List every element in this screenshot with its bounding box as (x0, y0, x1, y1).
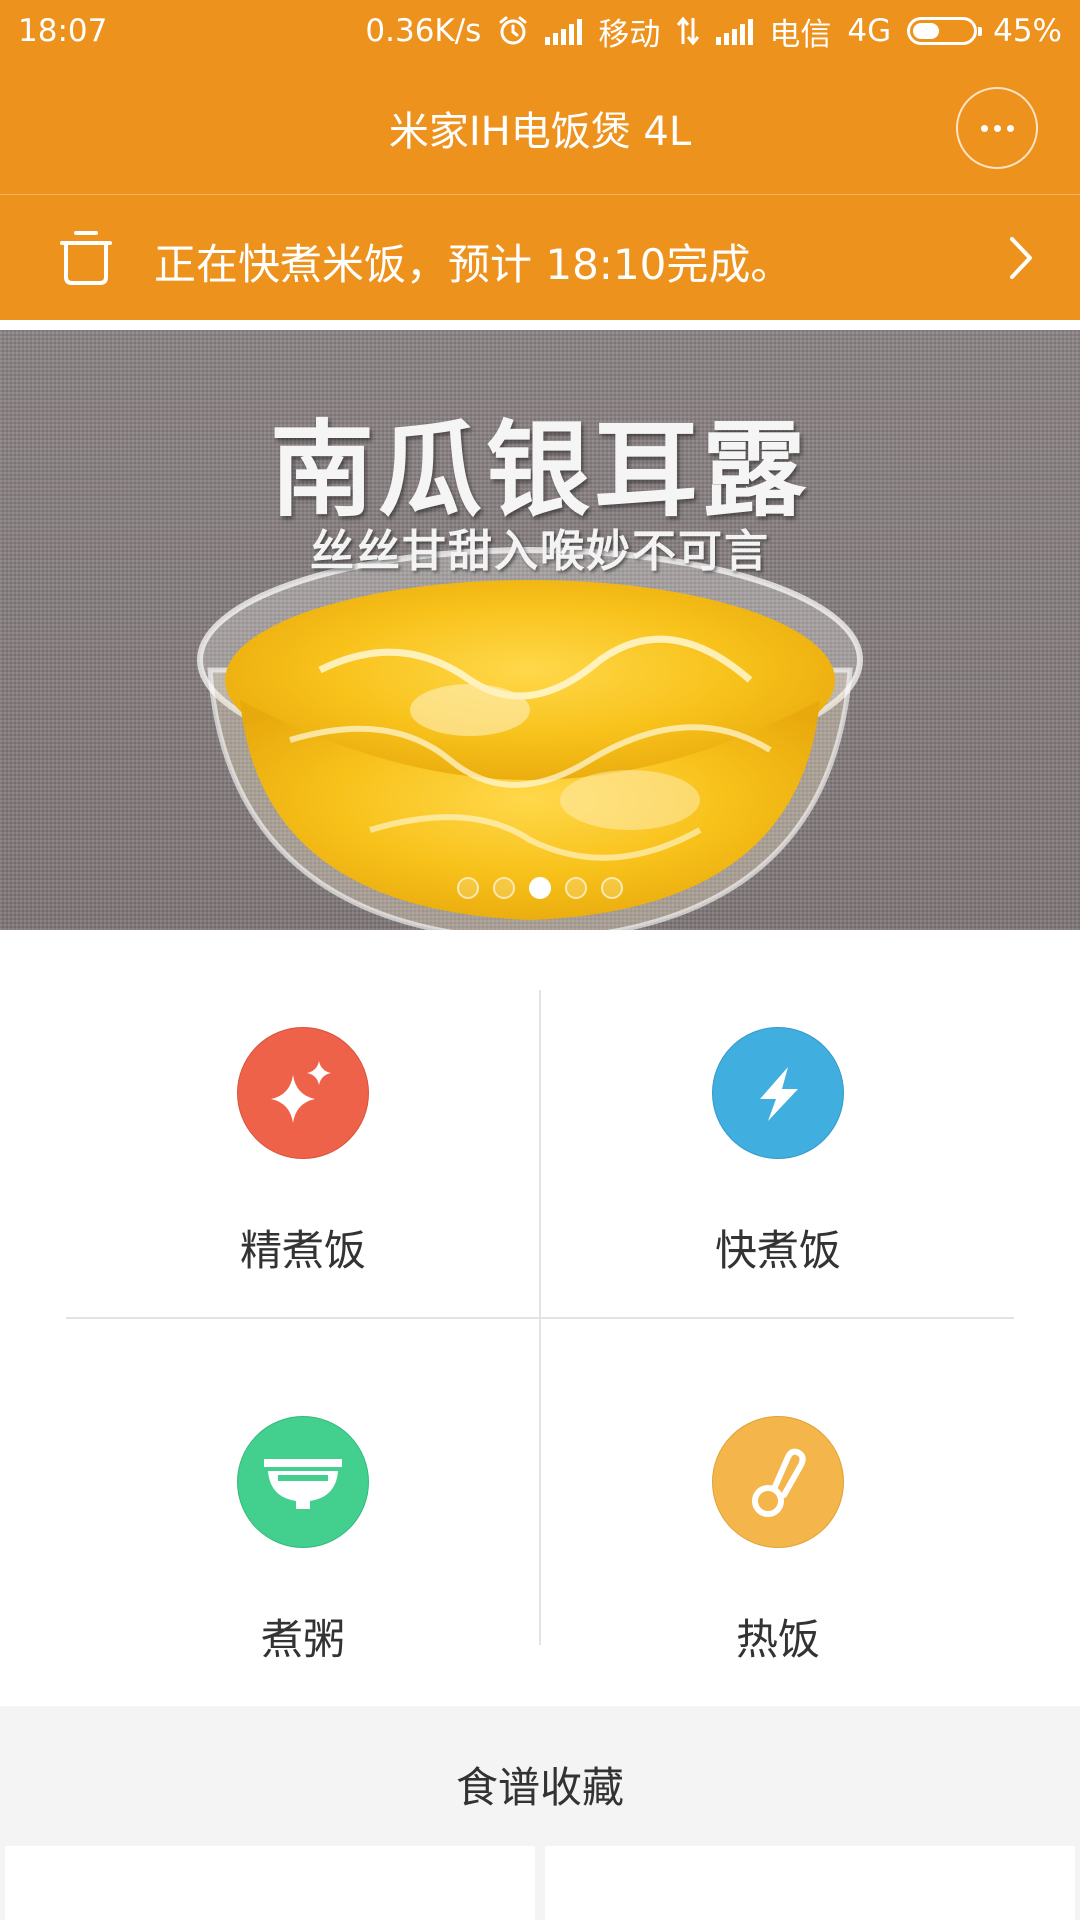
signal-icon-2 (716, 17, 754, 45)
carrier-1: 移动 (598, 16, 661, 53)
carousel-indicator (0, 877, 1080, 899)
page-title: 米家IH电饭煲 4L (388, 109, 692, 155)
battery-percent: 45% (993, 13, 1062, 49)
carousel-dot-active[interactable] (529, 877, 551, 899)
chevron-right-icon (1010, 237, 1032, 279)
network-type: 4G (847, 13, 892, 49)
carousel-dot[interactable] (601, 877, 623, 899)
bowl-icon (237, 1416, 369, 1548)
recipe-banner[interactable]: 南瓜银耳露 丝丝甘甜入喉妙不可言 (0, 330, 1080, 930)
carousel-dot[interactable] (565, 877, 587, 899)
mode-fine-rice[interactable]: 精煮饭 (66, 1027, 540, 1357)
alarm-icon (499, 16, 527, 45)
cooking-status-banner[interactable]: 正在快煮米饭，预计 18:10完成。 (0, 194, 1080, 320)
pot-icon (60, 231, 112, 285)
mode-label: 快煮饭 (714, 1226, 841, 1275)
net-speed: 0.36K/s (365, 13, 482, 49)
recipe-card[interactable] (5, 1846, 535, 1926)
sparkle-icon (237, 1027, 369, 1159)
recipe-card[interactable] (545, 1846, 1075, 1926)
mode-porridge[interactable]: 煮粥 (66, 1416, 540, 1746)
more-dots-icon (980, 124, 988, 132)
status-bar: 18:07 0.36K/s 移动 电信 4G 45% (0, 0, 1080, 62)
mode-quick-rice[interactable]: 快煮饭 (541, 1027, 1015, 1357)
banner-title: 南瓜银耳露 (269, 409, 810, 531)
more-button[interactable] (956, 87, 1038, 169)
carousel-dot[interactable] (493, 877, 515, 899)
status-time: 18:07 (18, 13, 108, 49)
cooking-modes-grid: 精煮饭 快煮饭 煮粥 热饭 (0, 930, 1080, 1706)
carousel-dot[interactable] (457, 877, 479, 899)
battery-icon (907, 17, 983, 45)
section-title: 食谱收藏 (455, 1763, 624, 1812)
carrier-2: 电信 (769, 16, 832, 53)
banner-subtitle: 丝丝甘甜入喉妙不可言 (310, 526, 770, 577)
title-bar: 米家IH电饭煲 4L (0, 62, 1080, 194)
mode-label: 精煮饭 (239, 1226, 366, 1275)
mode-reheat[interactable]: 热饭 (541, 1416, 1015, 1746)
mode-label: 热饭 (735, 1615, 820, 1664)
signal-icon (545, 17, 583, 45)
data-arrows-icon (677, 16, 700, 46)
mode-label: 煮粥 (260, 1615, 345, 1664)
recipe-favorites-section: 食谱收藏 (0, 1706, 1080, 1926)
status-right: 0.36K/s 移动 电信 4G 45% (365, 9, 1062, 54)
thermometer-icon (712, 1416, 844, 1548)
lightning-icon (712, 1027, 844, 1159)
cooking-status-text: 正在快煮米饭，预计 18:10完成。 (154, 240, 793, 289)
